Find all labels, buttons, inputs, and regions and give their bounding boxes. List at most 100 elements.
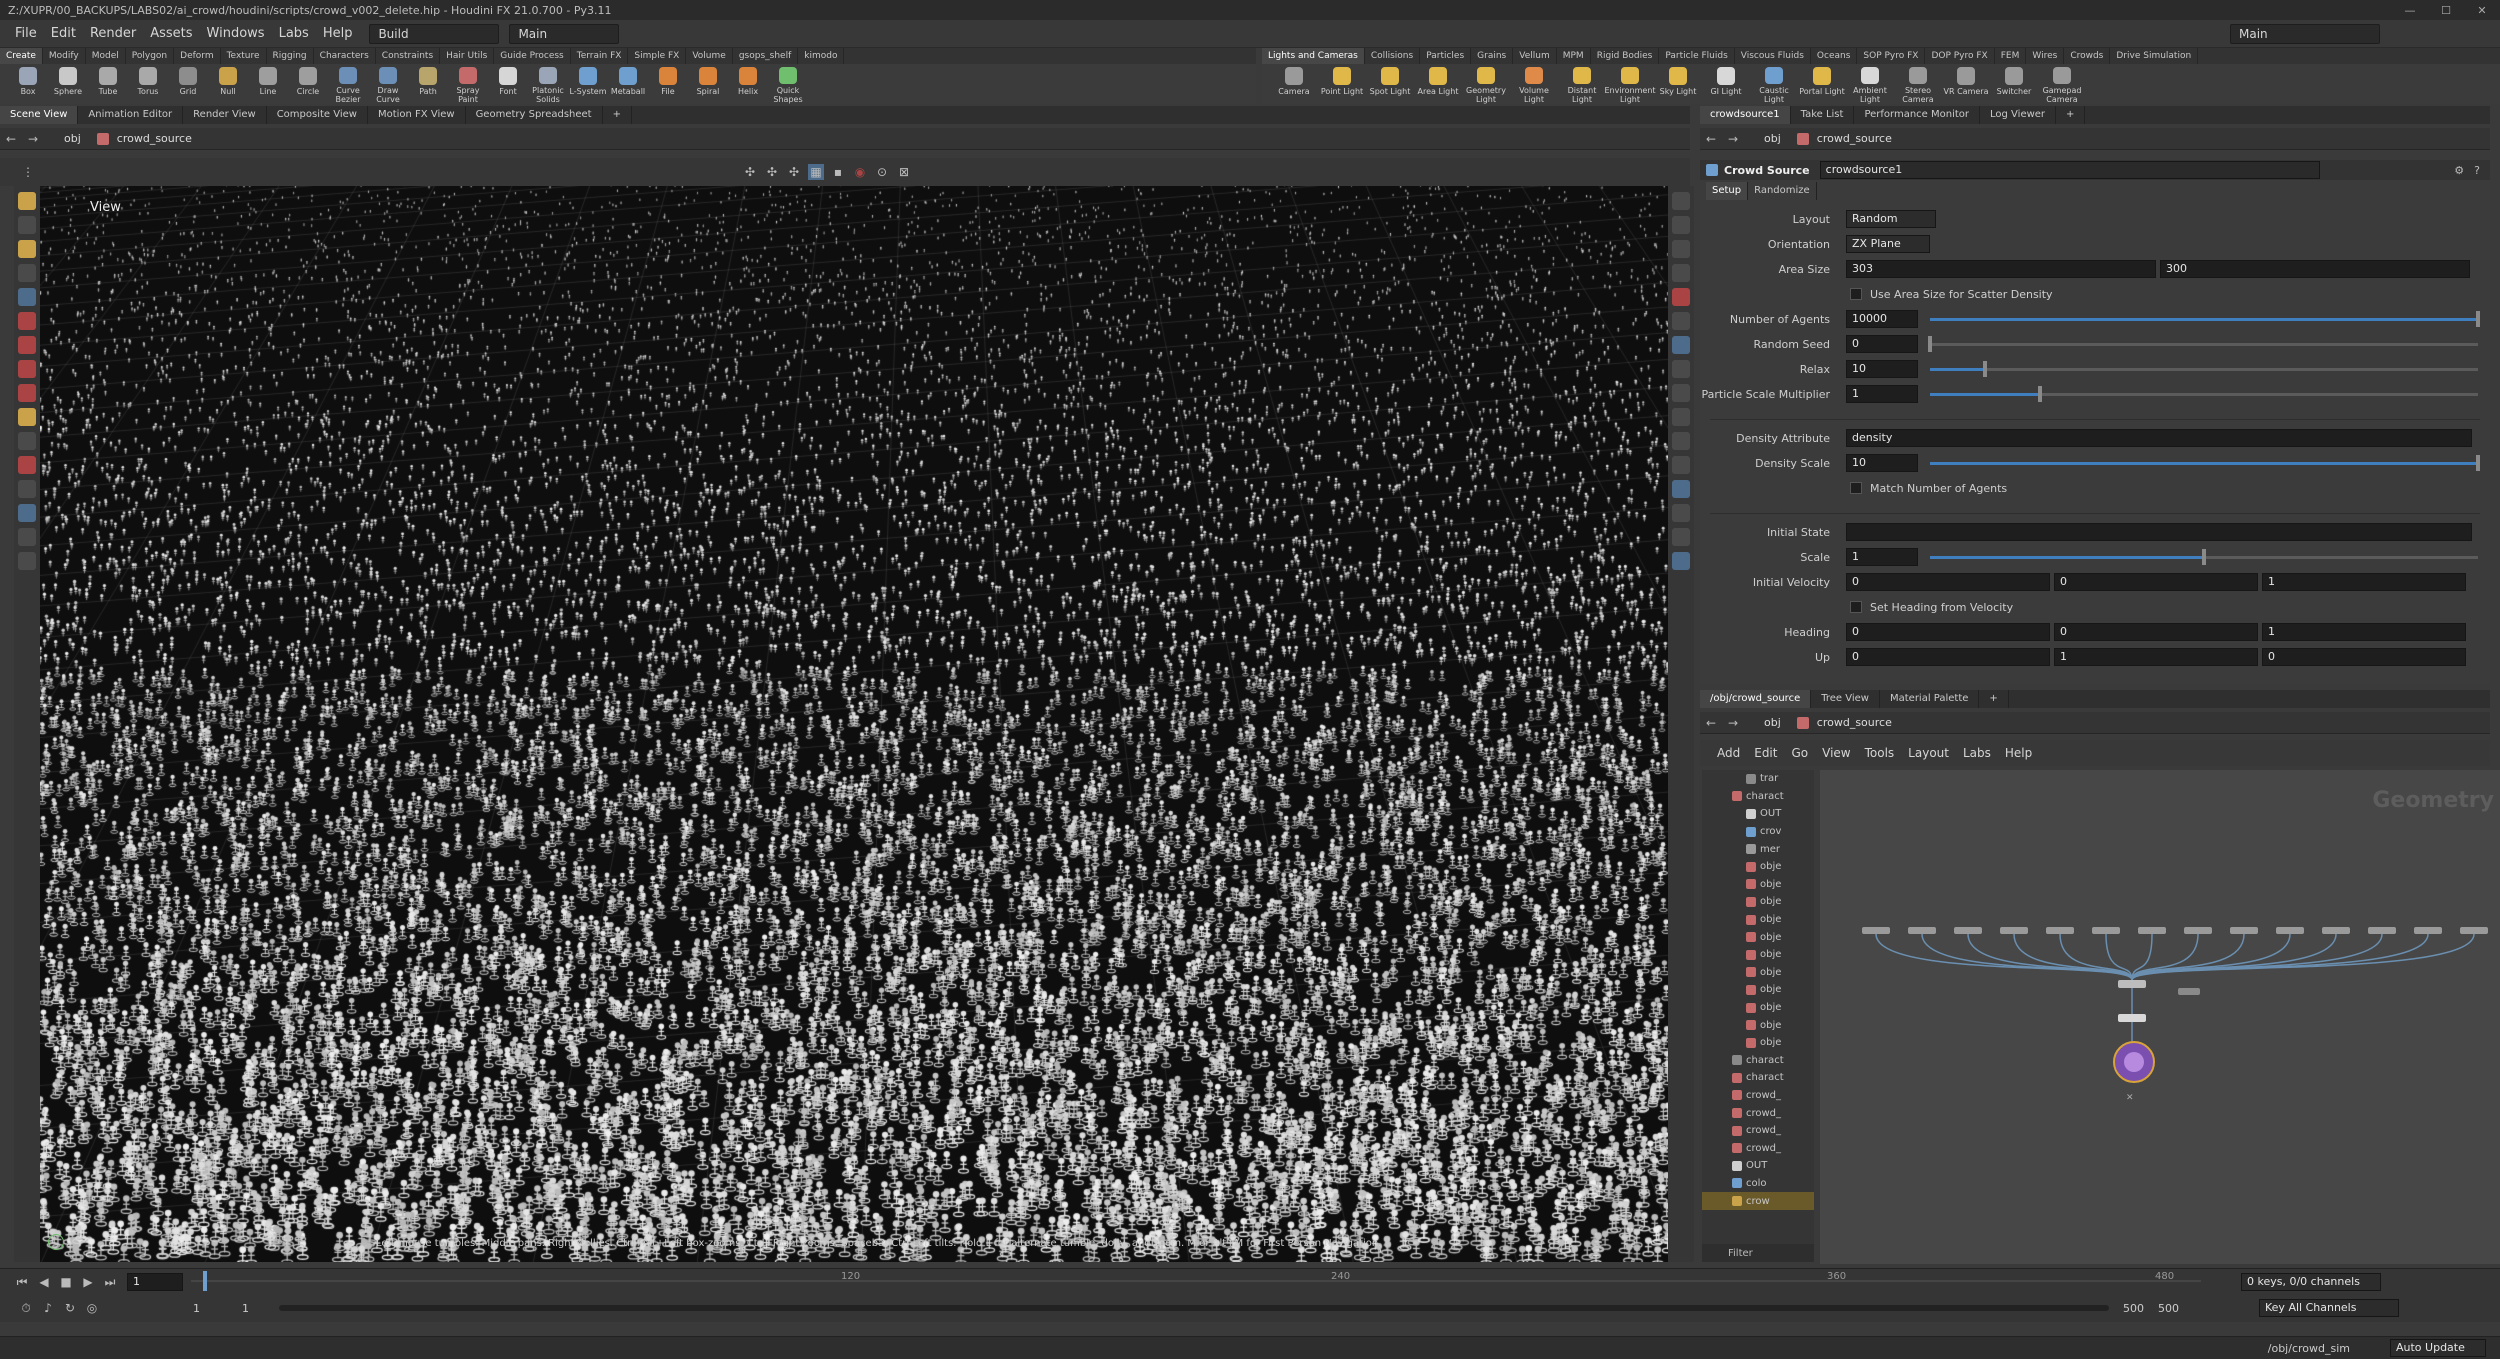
tree-item[interactable]: crowd_ (1702, 1104, 1814, 1122)
auto-update-dropdown[interactable]: Auto Update (2390, 1339, 2486, 1357)
undo-tool-icon[interactable] (18, 456, 36, 474)
tab-material-palette[interactable]: Material Palette (1880, 690, 1980, 708)
merge-input-node[interactable] (2000, 927, 2028, 934)
tab-geometry-spreadsheet[interactable]: Geometry Spreadsheet (466, 106, 603, 124)
grid-toggle-icon[interactable] (1672, 480, 1690, 498)
tree-item[interactable]: obje (1702, 1016, 1814, 1034)
safe-area-icon[interactable] (1672, 504, 1690, 522)
tool-quick-shapes[interactable]: Quick Shapes (768, 64, 808, 104)
layout-dropdown[interactable]: Random (1846, 210, 1936, 228)
tool-vr-camera[interactable]: VR Camera (1942, 64, 1990, 104)
crowdsource-node[interactable] (2118, 1014, 2146, 1022)
step-back-icon[interactable]: ◀ (36, 1274, 52, 1290)
path-node[interactable]: crowd_source (117, 132, 192, 145)
pose-tool-icon[interactable] (18, 264, 36, 282)
tool-environment-light[interactable]: Environment Light (1604, 64, 1656, 104)
playhead[interactable] (203, 1271, 207, 1291)
tool-font[interactable]: Font (488, 64, 528, 104)
timeline-ruler[interactable]: 120 240 360 480 (191, 1269, 2201, 1295)
tool-spray-paint[interactable]: Spray Paint (448, 64, 488, 104)
range-start[interactable]: 1 (193, 1302, 200, 1315)
points-icon[interactable] (1672, 384, 1690, 402)
tab-randomize[interactable]: Randomize (1748, 182, 1817, 200)
tool-sphere[interactable]: Sphere (48, 64, 88, 104)
wireframe-icon[interactable] (1672, 360, 1690, 378)
net-menu-tools[interactable]: Tools (1858, 746, 1902, 760)
relax-field[interactable]: 10 (1846, 360, 1918, 378)
tree-item[interactable]: obje (1702, 964, 1814, 982)
select-tool-icon[interactable] (18, 192, 36, 210)
node-center[interactable] (2124, 1052, 2144, 1072)
side-node[interactable] (2178, 988, 2200, 995)
tab-tree-view[interactable]: Tree View (1811, 690, 1880, 708)
tree-item[interactable]: obje (1702, 858, 1814, 876)
up-z[interactable]: 0 (2262, 648, 2466, 666)
tree-item[interactable]: charact (1702, 788, 1814, 806)
shelf-tab-viscous-fluids[interactable]: Viscous Fluids (1735, 48, 1811, 64)
net-menu-layout[interactable]: Layout (1901, 746, 1956, 760)
tool-gamepad-camera[interactable]: Gamepad Camera (2038, 64, 2086, 104)
loop-icon[interactable]: ↻ (62, 1300, 78, 1316)
tool-camera[interactable]: Camera (1270, 64, 1318, 104)
record-flag-icon[interactable] (1672, 288, 1690, 306)
shelf-tab-constraints[interactable]: Constraints (376, 48, 441, 64)
scale-field[interactable]: 1 (1846, 548, 1918, 566)
density-attr-field[interactable]: density (1846, 429, 2472, 447)
ghost-icon[interactable] (1672, 264, 1690, 282)
tree-item[interactable]: obje (1702, 876, 1814, 894)
rotate-tool-icon[interactable] (18, 432, 36, 450)
merge-input-node[interactable] (1954, 927, 1982, 934)
snap-prim-icon[interactable]: ✣ (764, 164, 780, 180)
measure-tool-icon[interactable] (18, 528, 36, 546)
render-region-icon[interactable]: ⊠ (896, 164, 912, 180)
tab-setup[interactable]: Setup (1706, 182, 1749, 200)
shelf-tab-modify[interactable]: Modify (43, 48, 86, 64)
tab-crowdsource1[interactable]: crowdsource1 (1700, 106, 1791, 124)
relax-slider[interactable] (1930, 360, 2478, 377)
random-seed-field[interactable]: 0 (1846, 335, 1918, 353)
scale-slider[interactable] (1930, 548, 2478, 565)
shelf-tab-create[interactable]: Create (0, 48, 43, 64)
snap-grid-icon[interactable]: ✣ (742, 164, 758, 180)
shelf-tab-rigging[interactable]: Rigging (267, 48, 314, 64)
tab-network-path[interactable]: /obj/crowd_source (1700, 690, 1812, 708)
tree-item[interactable]: colo (1702, 1175, 1814, 1193)
plane-tool-icon[interactable] (18, 552, 36, 570)
initial-velocity-z[interactable]: 1 (2262, 573, 2466, 591)
viewport-camera-label[interactable]: View (90, 200, 121, 215)
forward-icon[interactable]: → (1725, 715, 1741, 731)
tree-item[interactable]: crow (1702, 1192, 1814, 1210)
uv-icon[interactable] (1672, 432, 1690, 450)
tool-tube[interactable]: Tube (88, 64, 128, 104)
menu-help[interactable]: Help (316, 26, 360, 41)
tree-item[interactable]: obje (1702, 911, 1814, 929)
path-obj[interactable]: obj (64, 132, 81, 145)
fps-icon[interactable]: ◎ (84, 1300, 100, 1316)
lighting-icon[interactable] (1672, 312, 1690, 330)
random-seed-slider[interactable] (1928, 335, 2478, 352)
tab-take-list[interactable]: Take List (1791, 106, 1855, 124)
shading-icon[interactable] (1672, 336, 1690, 354)
tree-item[interactable]: charact (1702, 1069, 1814, 1087)
tool-path[interactable]: Path (408, 64, 448, 104)
heading-z[interactable]: 1 (2262, 623, 2466, 641)
heading-y[interactable]: 0 (2054, 623, 2258, 641)
merge-input-node[interactable] (2322, 927, 2350, 934)
tool-file[interactable]: File (648, 64, 688, 104)
audio-icon[interactable]: ♪ (40, 1300, 56, 1316)
particle-scale-field[interactable]: 1 (1846, 385, 1918, 403)
density-scale-field[interactable]: 10 (1846, 454, 1918, 472)
jump-end-icon[interactable]: ⏭ (102, 1274, 118, 1290)
menu-edit[interactable]: Edit (44, 26, 83, 41)
merge-node[interactable] (2118, 980, 2146, 988)
tool-caustic-light[interactable]: Caustic Light (1750, 64, 1798, 104)
tree-item[interactable]: crowd_ (1702, 1139, 1814, 1157)
right-desktop-dropdown[interactable]: Main (2230, 23, 2380, 44)
merge-input-node[interactable] (2460, 927, 2488, 934)
shelf-tab-characters[interactable]: Characters (314, 48, 376, 64)
shelf-tab-particle-fluids[interactable]: Particle Fluids (1659, 48, 1735, 64)
menu-windows[interactable]: Windows (200, 26, 272, 41)
forward-icon[interactable]: → (1725, 131, 1741, 147)
net-menu-view[interactable]: View (1815, 746, 1857, 760)
path-node[interactable]: crowd_source (1817, 716, 1892, 729)
